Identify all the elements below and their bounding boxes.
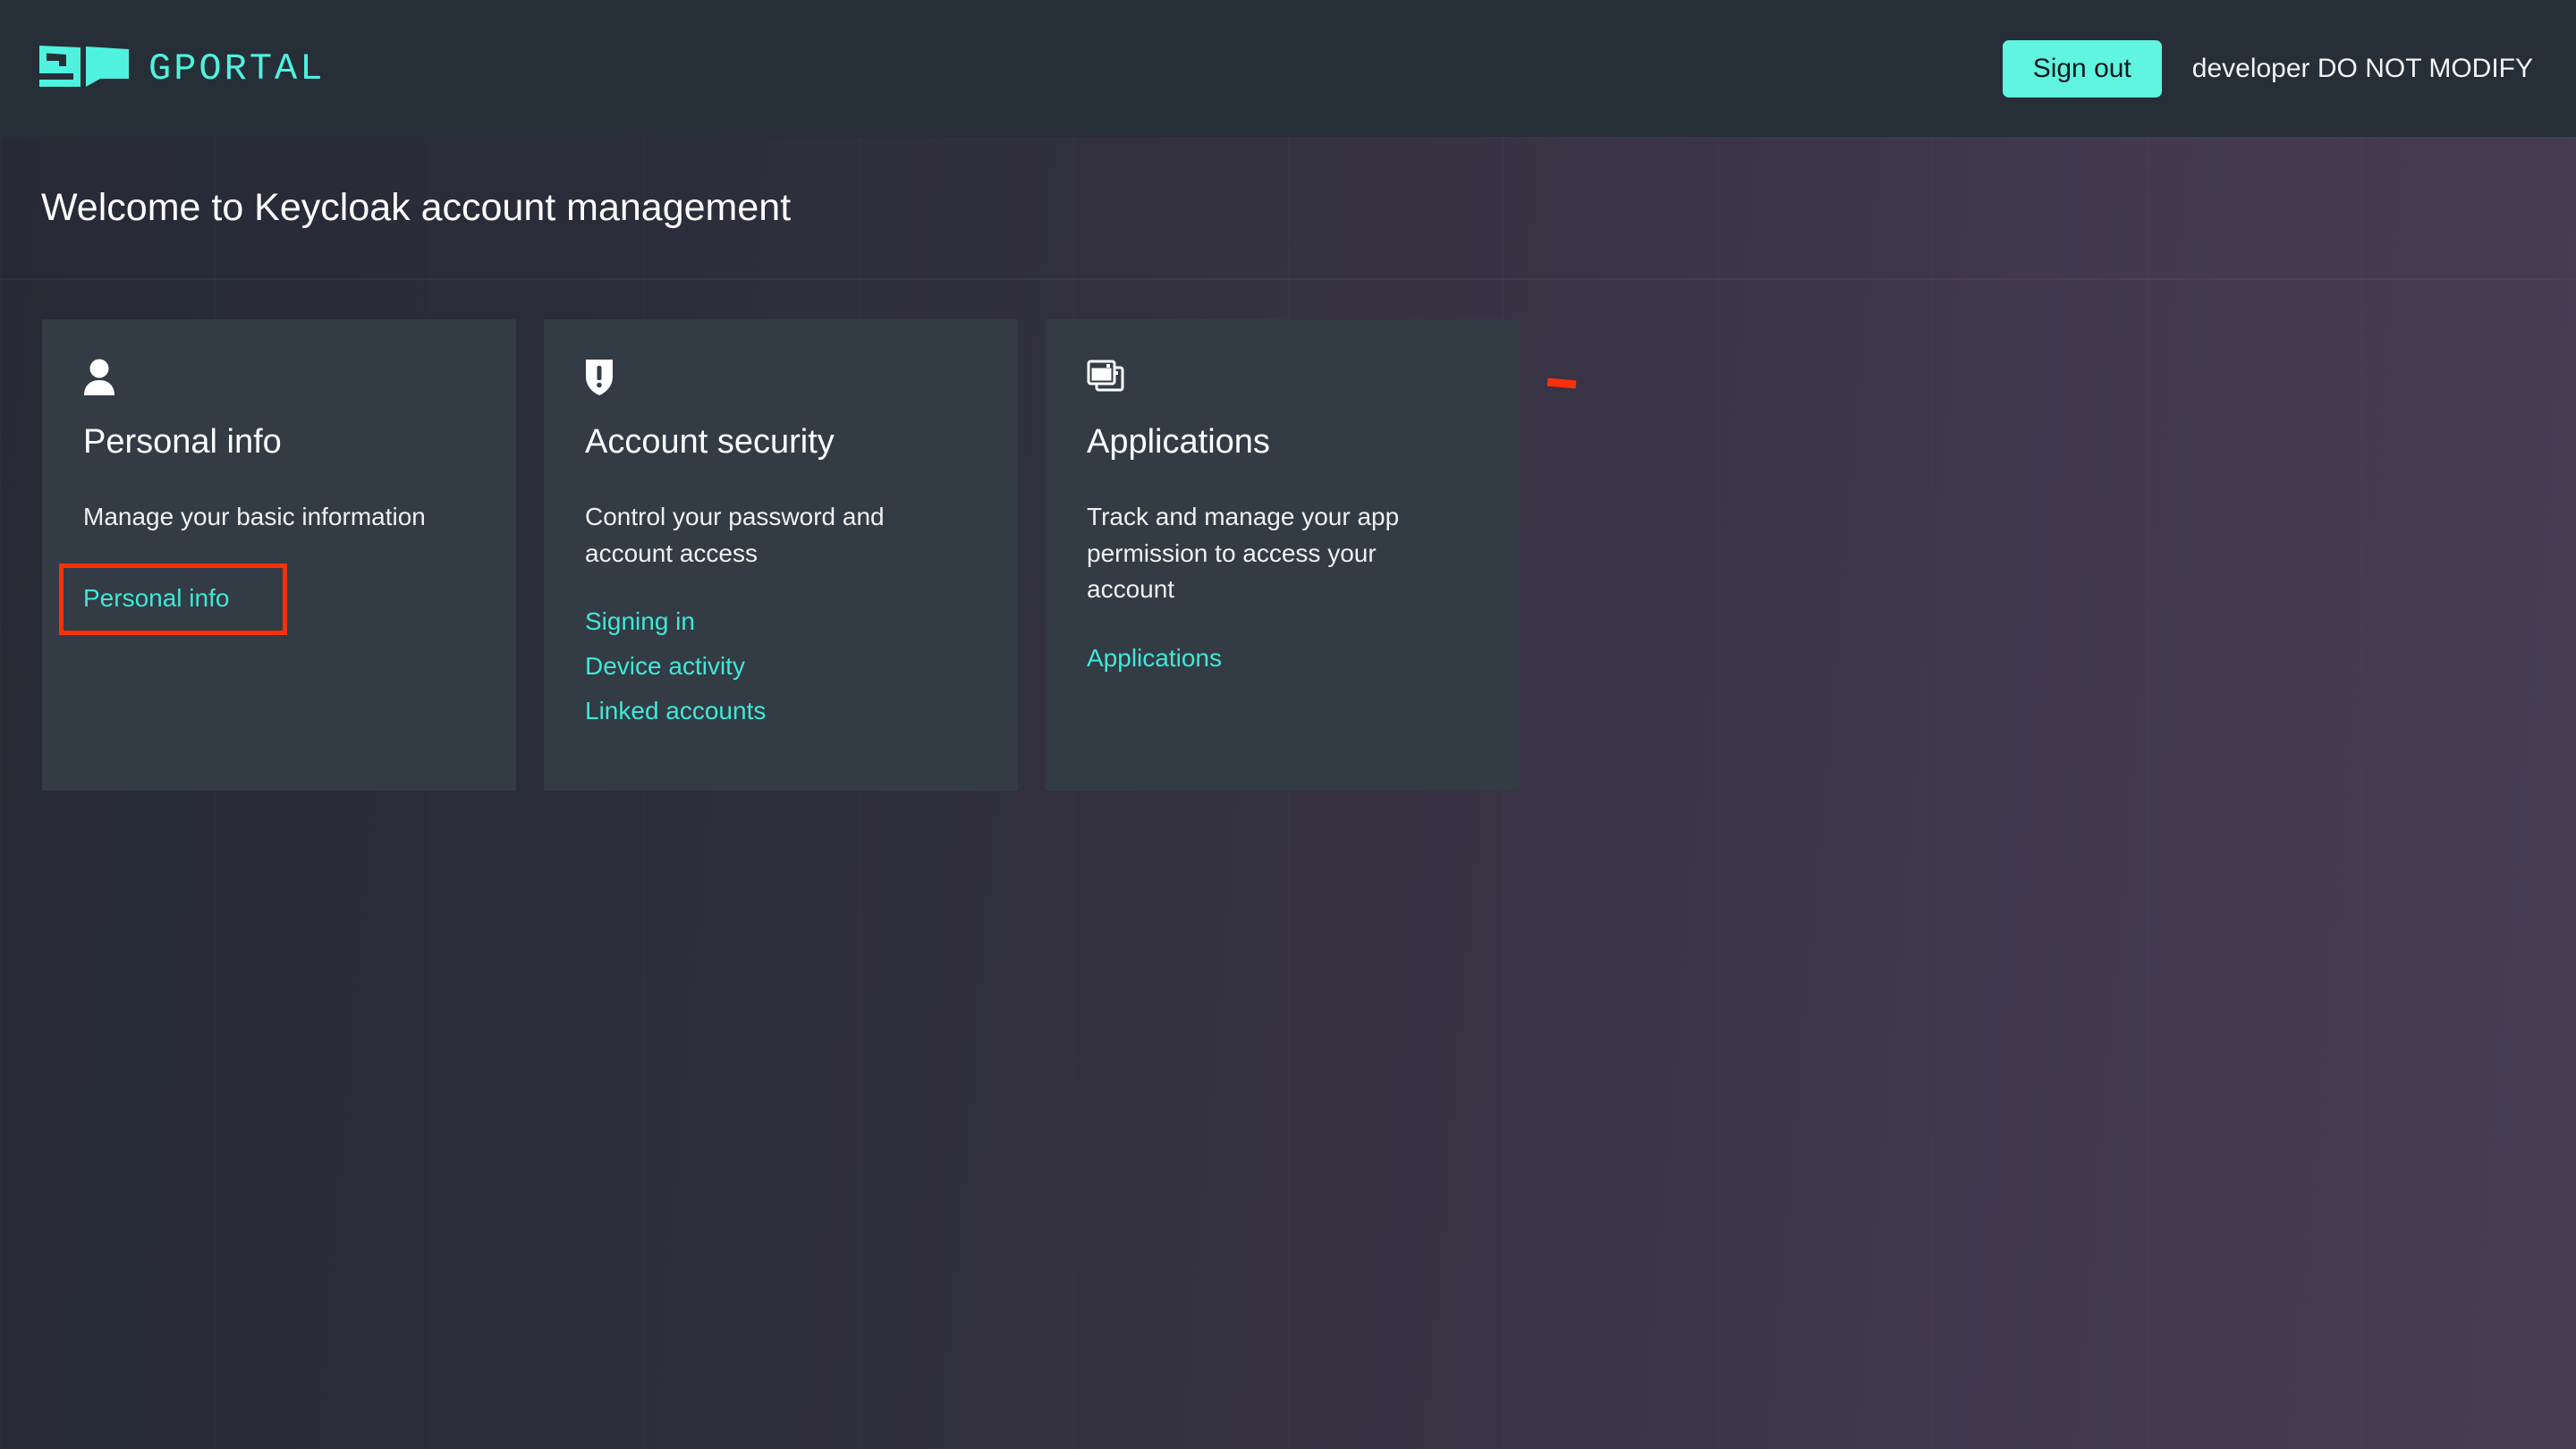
username-label[interactable]: developer DO NOT MODIFY: [2192, 54, 2533, 84]
welcome-band: Welcome to Keycloak account management: [0, 137, 2576, 280]
link-signing-in[interactable]: Signing in: [585, 602, 695, 642]
card-links: Signing in Device activity Linked accoun…: [585, 602, 977, 731]
shield-exclamation-icon: [585, 359, 977, 403]
link-applications[interactable]: Applications: [1087, 639, 1222, 679]
card-title: Applications: [1087, 423, 1270, 461]
masthead: GPORTAL Sign out developer DO NOT MODIFY: [0, 0, 2576, 137]
windows-stack-icon: [1087, 359, 1479, 403]
link-device-activity[interactable]: Device activity: [585, 647, 745, 687]
gportal-logo-icon: [39, 46, 129, 91]
card-links: Applications: [1087, 639, 1479, 679]
user-icon: [83, 359, 475, 403]
card-applications: Applications Track and manage your app p…: [1046, 319, 1520, 791]
card-title: Personal info: [83, 423, 282, 461]
card-description: Track and manage your app permission to …: [1087, 503, 1400, 604]
page-title: Welcome to Keycloak account management: [41, 185, 792, 229]
card-personal-info: Personal info Manage your basic informat…: [42, 319, 516, 791]
masthead-actions: Sign out developer DO NOT MODIFY: [2002, 39, 2533, 97]
link-personal-info[interactable]: Personal info: [58, 563, 288, 636]
card-grid: Personal info Manage your basic informat…: [42, 319, 1520, 791]
link-linked-accounts[interactable]: Linked accounts: [585, 691, 766, 732]
brand-name: GPORTAL: [148, 47, 326, 90]
card-account-security: Account security Control your password a…: [544, 319, 1018, 791]
card-title: Account security: [585, 423, 835, 461]
sign-out-button[interactable]: Sign out: [2002, 39, 2162, 97]
card-links: Personal info: [58, 563, 475, 636]
brand-logo[interactable]: GPORTAL: [39, 46, 325, 91]
card-description: Control your password and account access: [585, 503, 885, 567]
card-description: Manage your basic information: [83, 503, 426, 530]
red-annotation-dash: [1546, 377, 1577, 389]
